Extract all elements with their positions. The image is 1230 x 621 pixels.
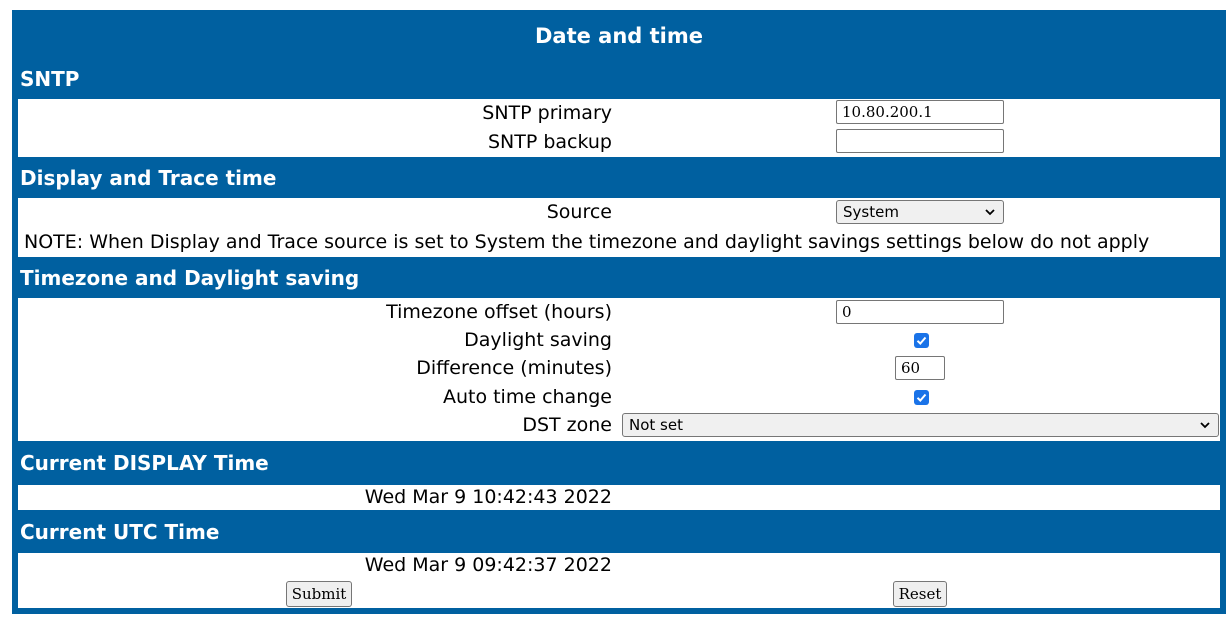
display-time-panel: Wed Mar 9 10:42:43 2022	[18, 485, 1220, 510]
display-trace-note: NOTE: When Display and Trace source is s…	[24, 231, 1150, 253]
timezone-offset-input[interactable]: 0	[836, 300, 1004, 324]
difference-label: Difference (minutes)	[416, 357, 612, 379]
sntp-backup-input[interactable]	[836, 129, 1004, 153]
sntp-backup-label: SNTP backup	[487, 131, 612, 153]
dst-zone-select-value: Not set	[629, 416, 683, 434]
chevron-down-icon	[1200, 422, 1210, 429]
dst-zone-label: DST zone	[522, 414, 612, 436]
utc-time-value: Wed Mar 9 09:42:37 2022	[364, 554, 612, 576]
page-title: Date and time	[534, 24, 704, 48]
auto-time-change-checkbox[interactable]	[914, 390, 929, 405]
source-select-value: System	[843, 203, 899, 221]
sntp-primary-label: SNTP primary	[482, 102, 612, 124]
checkmark-icon	[916, 393, 927, 402]
daylight-saving-checkbox[interactable]	[914, 333, 929, 348]
timezone-offset-label: Timezone offset (hours)	[386, 301, 612, 323]
source-select[interactable]: System	[836, 200, 1004, 224]
display-trace-panel: Source System NOTE: When Display and Tra…	[18, 198, 1220, 257]
timezone-panel: Timezone offset (hours) 0 Daylight savin…	[18, 298, 1220, 441]
submit-button[interactable]: Submit	[286, 581, 352, 607]
dst-zone-select[interactable]: Not set	[622, 413, 1219, 437]
display-trace-section-heading: Display and Trace time	[20, 166, 277, 190]
reset-button[interactable]: Reset	[893, 581, 947, 607]
utc-time-section-heading: Current UTC Time	[20, 520, 220, 544]
chevron-down-icon	[985, 209, 995, 216]
sntp-primary-input[interactable]: 10.80.200.1	[836, 100, 1004, 124]
checkmark-icon	[916, 336, 927, 345]
display-time-value: Wed Mar 9 10:42:43 2022	[364, 486, 612, 508]
auto-time-change-label: Auto time change	[442, 386, 612, 408]
source-label: Source	[546, 201, 612, 223]
daylight-saving-label: Daylight saving	[464, 329, 612, 351]
date-time-form: Date and time SNTP SNTP primary 10.80.20…	[12, 10, 1226, 614]
utc-time-panel: Wed Mar 9 09:42:37 2022 Submit Reset	[18, 553, 1220, 608]
sntp-section-heading: SNTP	[20, 67, 80, 91]
timezone-section-heading: Timezone and Daylight saving	[20, 266, 360, 290]
difference-input[interactable]: 60	[895, 356, 945, 380]
display-time-section-heading: Current DISPLAY Time	[20, 451, 269, 475]
sntp-panel: SNTP primary 10.80.200.1 SNTP backup	[18, 99, 1220, 157]
